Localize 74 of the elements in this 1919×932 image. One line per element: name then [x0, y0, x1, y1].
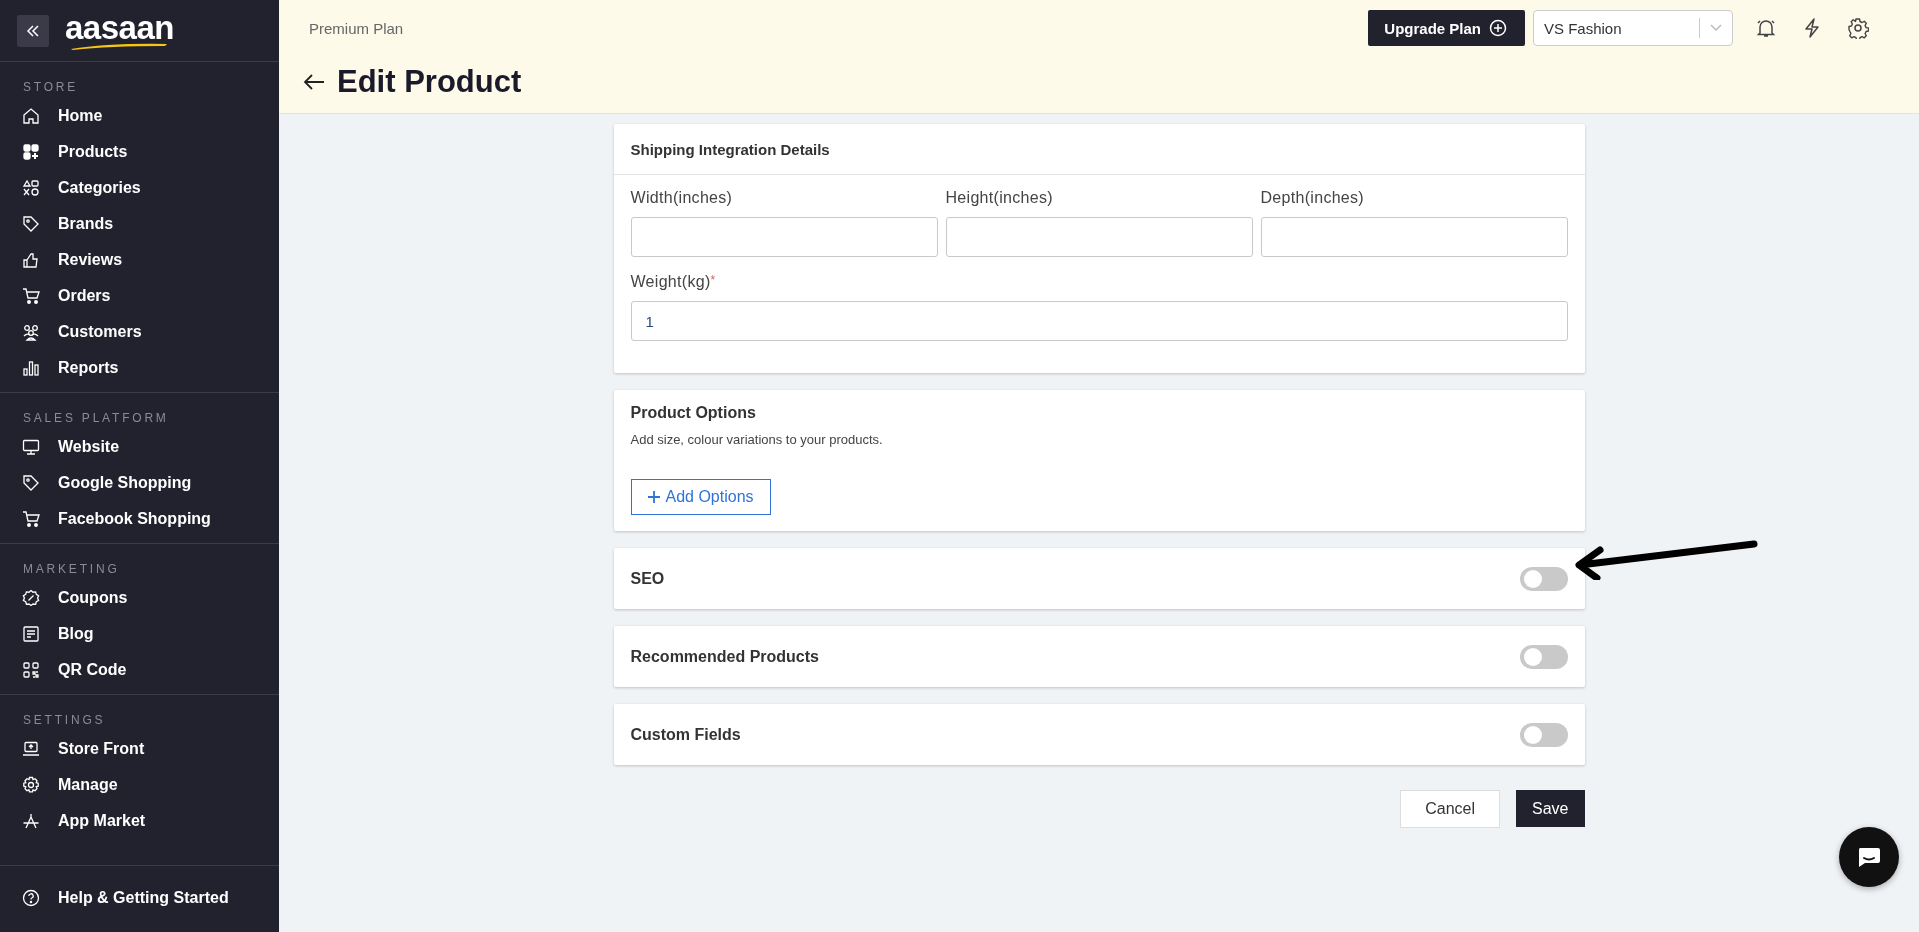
help-icon [22, 889, 40, 907]
section-title: Recommended Products [630, 647, 819, 666]
coupon-icon [22, 589, 40, 607]
qr-icon [22, 661, 40, 679]
add-options-button[interactable]: Add Options [630, 479, 771, 515]
field-label: Width(inches) [630, 189, 734, 207]
nav-item[interactable]: Facebook Shopping [0, 501, 279, 537]
nav-item[interactable]: Products [0, 134, 279, 170]
monitor-icon [22, 438, 40, 456]
compass-icon [22, 812, 40, 830]
store-select[interactable]: VS Fashion [1533, 10, 1733, 46]
nav-item[interactable]: Manage [0, 767, 279, 803]
section-label: STORE [22, 79, 80, 96]
card-title: Shipping Integration Details [613, 124, 1585, 175]
nav-item[interactable]: Customers [0, 314, 279, 350]
people-icon [22, 323, 40, 341]
nav-item[interactable]: Store Front [0, 731, 279, 767]
grid-icon [22, 143, 40, 161]
cart-icon [22, 510, 40, 528]
section-label: SALES PLATFORM [22, 410, 170, 427]
card-description: Add size, colour variations to your products. [630, 432, 883, 447]
nav-item[interactable]: App Market [0, 803, 279, 839]
settings-icon[interactable] [1847, 17, 1869, 39]
input-field[interactable]: 1 [630, 301, 1568, 341]
shapes-icon [22, 179, 40, 197]
upgrade-plan-button[interactable]: Upgrade Plan [1368, 10, 1525, 46]
toggle-switch[interactable] [1519, 722, 1568, 747]
bell-icon[interactable] [1755, 17, 1777, 39]
nav-item[interactable]: QR Code [0, 652, 279, 688]
doc-icon [22, 625, 40, 643]
page-title: Edit Product [337, 64, 522, 100]
nav-item[interactable]: Google Shopping [0, 465, 279, 501]
card-title: Product Options [630, 404, 756, 422]
input-field[interactable] [945, 217, 1253, 257]
toggle-switch[interactable] [1519, 644, 1568, 669]
section-label: SETTINGS [22, 712, 107, 729]
nav-item[interactable]: Home [0, 98, 279, 134]
field-label: Height(inches) [945, 189, 1054, 207]
tag2-icon [22, 474, 40, 492]
home-icon [22, 107, 40, 125]
plus-icon [647, 491, 660, 503]
nav-item[interactable]: Reviews [0, 242, 279, 278]
nav-item[interactable]: Reports [0, 350, 279, 386]
input-field[interactable] [630, 217, 938, 257]
nav-item[interactable]: Categories [0, 170, 279, 206]
nav-item[interactable]: Coupons [0, 580, 279, 616]
plan-label: Premium Plan [309, 19, 404, 37]
collapse-sidebar-button[interactable] [17, 14, 49, 47]
nav-item[interactable]: Brands [0, 206, 279, 242]
logo: aasaan [65, 11, 174, 50]
nav-item[interactable]: Website [0, 429, 279, 465]
thumbs-icon [22, 251, 40, 269]
plus-circle-icon [1489, 19, 1507, 37]
toggle-switch[interactable] [1519, 566, 1568, 591]
input-field[interactable] [1260, 217, 1568, 257]
bars-icon [22, 359, 40, 377]
back-arrow-icon[interactable] [303, 73, 325, 91]
field-label: Depth(inches) [1260, 189, 1365, 207]
tag-icon [22, 215, 40, 233]
chevron-down-icon [1710, 24, 1722, 32]
section-title: Custom Fields [630, 725, 741, 744]
nav-item[interactable]: Blog [0, 616, 279, 652]
nav-item[interactable]: Help & Getting Started [0, 880, 279, 916]
nav-item[interactable]: Orders [0, 278, 279, 314]
chat-icon [1856, 846, 1882, 868]
laptop-icon [22, 740, 40, 758]
double-chevron-left-icon [26, 23, 40, 38]
cart-icon [22, 287, 40, 305]
gear-icon [22, 776, 40, 794]
cancel-button[interactable]: Cancel [1400, 790, 1501, 828]
section-title: SEO [630, 569, 665, 588]
field-label: Weight(kg)* [630, 273, 717, 291]
save-button[interactable]: Save [1516, 790, 1585, 827]
section-label: MARKETING [22, 561, 121, 578]
